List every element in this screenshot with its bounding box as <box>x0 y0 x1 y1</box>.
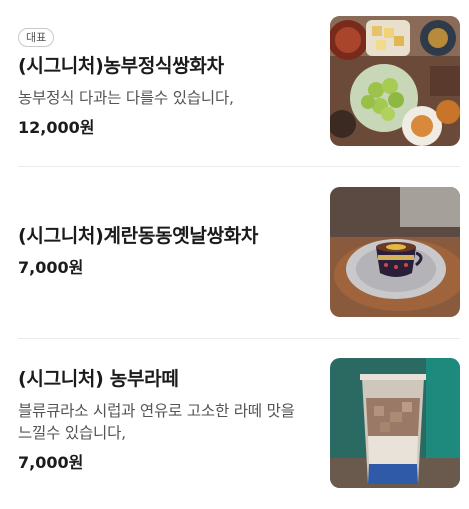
menu-item-farmer-latte[interactable]: (시그니처) 농부라떼 블류큐라소 시럽과 연유로 고소한 라떼 맛을 느낄수 … <box>18 358 460 488</box>
representative-badge: 대표 <box>18 28 55 47</box>
menu-item-price: 7,000원 <box>18 258 84 277</box>
menu-item-price: 12,000원 <box>18 118 95 137</box>
iced-latte-photo-icon <box>330 358 460 488</box>
menu-item-name: (시그니처)농부정식쌍화차 <box>18 55 224 77</box>
menu-item-name: (시그니처)계란동동옛날쌍화차 <box>18 225 259 247</box>
ssanghwa-tea-cup-photo-icon <box>330 187 460 317</box>
tea-set-photo-icon <box>330 16 460 146</box>
menu-list: 대표 (시그니처)농부정식쌍화차 농부정식 다과는 다를수 있습니다, 12,0… <box>0 0 469 509</box>
divider <box>18 166 460 167</box>
menu-item-info: 대표 (시그니처)농부정식쌍화차 농부정식 다과는 다를수 있습니다, 12,0… <box>18 26 313 139</box>
menu-item-egg-ssanghwa-tea[interactable]: (시그니처)계란동동옛날쌍화차 7,000원 <box>18 187 460 317</box>
menu-item-photo[interactable] <box>330 187 460 317</box>
divider <box>18 338 460 339</box>
menu-item-name: (시그니처) 농부라떼 <box>18 368 179 390</box>
menu-item-farmer-set-ssanghwa-tea[interactable]: 대표 (시그니처)농부정식쌍화차 농부정식 다과는 다를수 있습니다, 12,0… <box>18 16 460 146</box>
menu-item-info: (시그니처)계란동동옛날쌍화차 7,000원 <box>18 223 313 279</box>
menu-item-info: (시그니처) 농부라떼 블류큐라소 시럽과 연유로 고소한 라떼 맛을 느낄수 … <box>18 366 313 474</box>
menu-item-price: 7,000원 <box>18 453 84 472</box>
menu-item-description: 블류큐라소 시럽과 연유로 고소한 라떼 맛을 느낄수 있습니다, <box>18 402 295 442</box>
menu-item-photo[interactable] <box>330 16 460 146</box>
menu-item-description: 농부정식 다과는 다를수 있습니다, <box>18 89 234 107</box>
menu-item-photo[interactable] <box>330 358 460 488</box>
